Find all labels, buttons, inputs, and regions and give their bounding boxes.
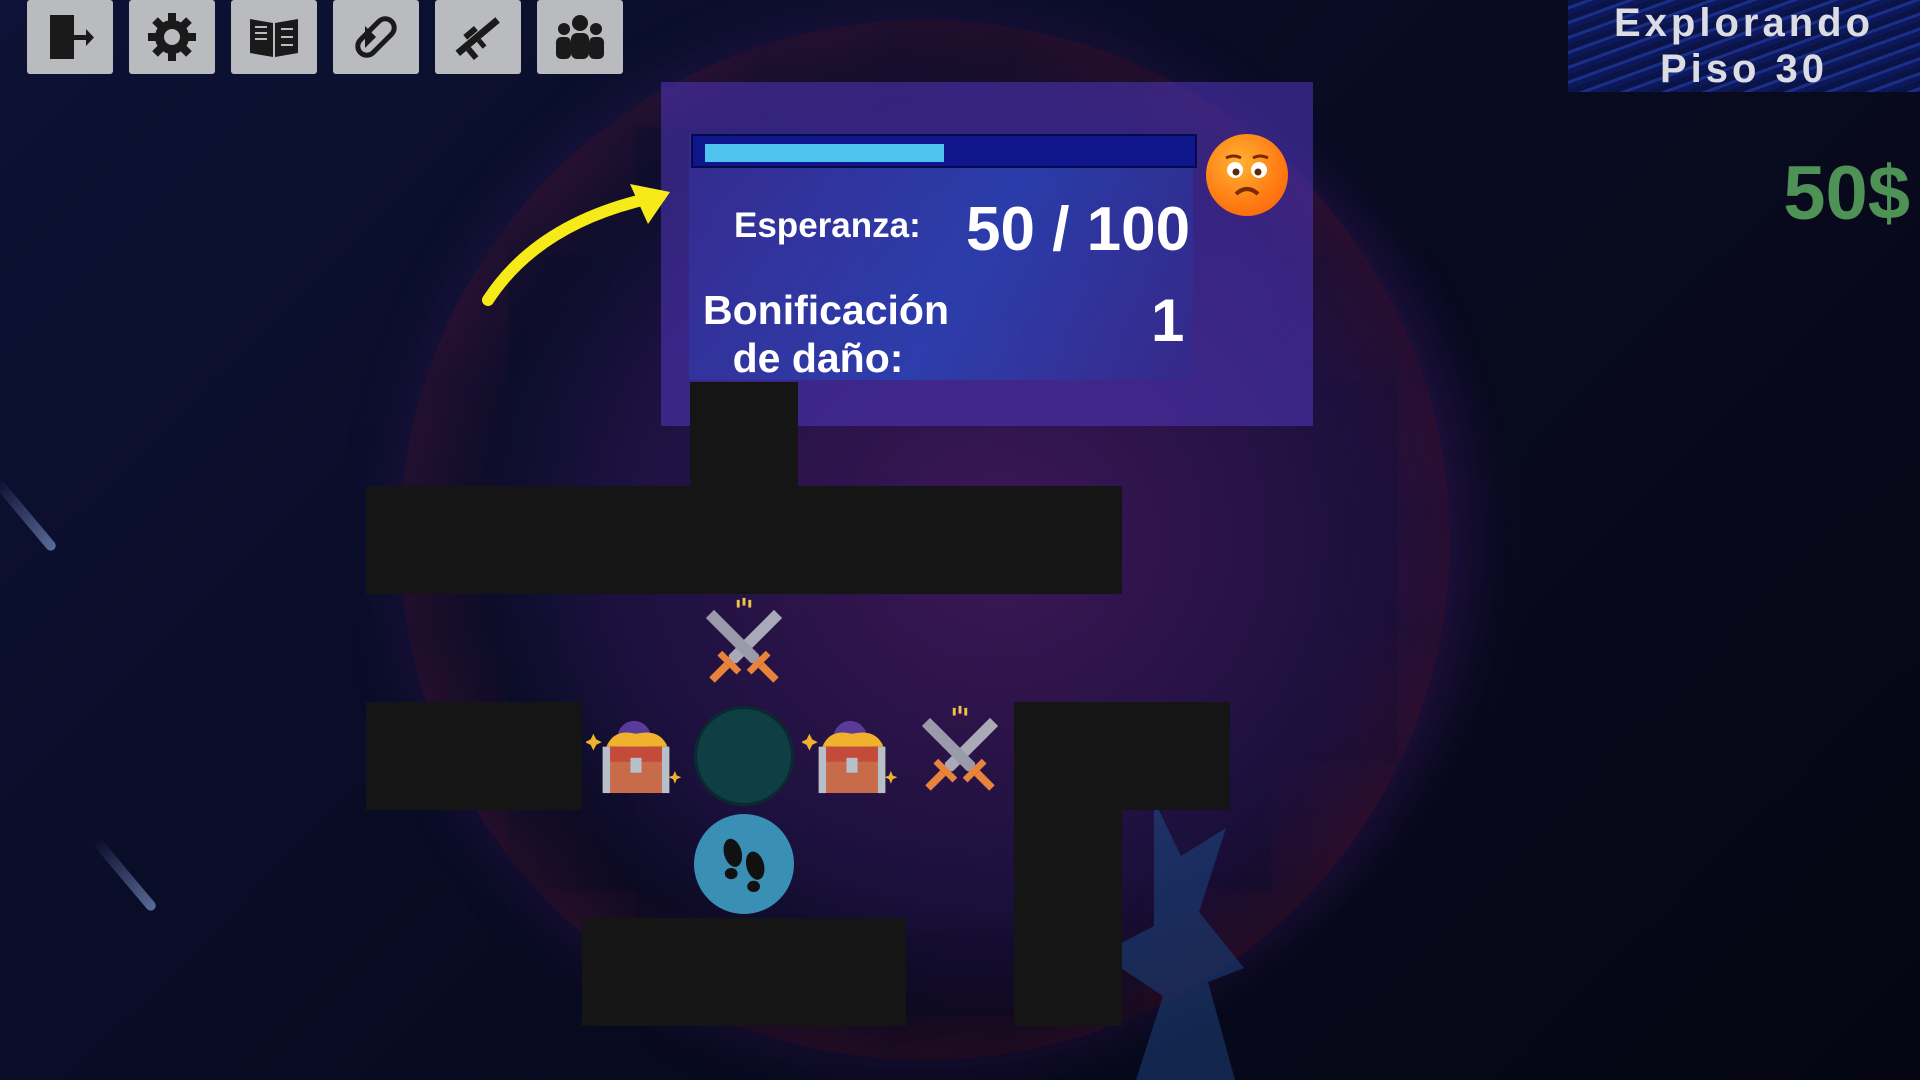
crossed-swords-icon	[921, 705, 999, 791]
status-line-exploring: Explorando	[1613, 1, 1875, 45]
map-wall	[1014, 702, 1230, 810]
sad-face-icon	[1206, 134, 1288, 216]
status-line-floor: Piso 30	[1659, 47, 1829, 91]
treasure-chest-icon	[586, 720, 682, 794]
footprints-icon	[694, 814, 794, 914]
money-counter: 50$	[1783, 151, 1910, 236]
comet-decoration	[0, 477, 58, 553]
exit-button[interactable]	[27, 0, 113, 74]
treasure-chest-icon	[802, 720, 898, 794]
treasure-room[interactable]	[582, 702, 690, 810]
party-button[interactable]	[537, 0, 623, 74]
map-wall	[1014, 810, 1122, 1026]
rifle-icon	[455, 17, 500, 61]
visited-room[interactable]	[690, 810, 798, 918]
hope-value: 50 / 100	[966, 195, 1191, 264]
map-wall	[582, 918, 906, 1026]
group-people-icon	[556, 15, 604, 59]
battle-room[interactable]	[906, 702, 1014, 810]
weapons-button[interactable]	[435, 0, 521, 74]
crossed-swords-icon	[705, 597, 783, 683]
map-wall	[366, 702, 582, 810]
current-position-icon	[694, 706, 794, 806]
hope-panel: Esperanza: 50 / 100 Bonificación de daño…	[661, 82, 1313, 426]
top-toolbar	[27, 0, 623, 74]
pointer-arrow-icon	[482, 184, 670, 306]
treasure-room[interactable]	[798, 702, 906, 810]
map-wall	[690, 382, 798, 490]
map-wall	[366, 486, 1122, 594]
current-room[interactable]	[690, 702, 798, 810]
pill-capsule-icon	[355, 16, 397, 58]
hope-bar	[691, 134, 1197, 168]
journal-button[interactable]	[231, 0, 317, 74]
damage-bonus-label: Bonificación de daño:	[703, 287, 950, 381]
journal-book-icon	[250, 19, 298, 57]
hope-label: Esperanza:	[734, 206, 921, 245]
exit-door-icon	[50, 15, 94, 59]
gear-icon	[148, 13, 196, 61]
hope-bar-fill	[705, 144, 944, 162]
exploration-status: Explorando Piso 30	[1568, 0, 1920, 92]
items-button[interactable]	[333, 0, 419, 74]
settings-button[interactable]	[129, 0, 215, 74]
damage-bonus-value: 1	[1151, 287, 1185, 354]
comet-decoration	[92, 837, 158, 913]
battle-room[interactable]	[690, 594, 798, 702]
